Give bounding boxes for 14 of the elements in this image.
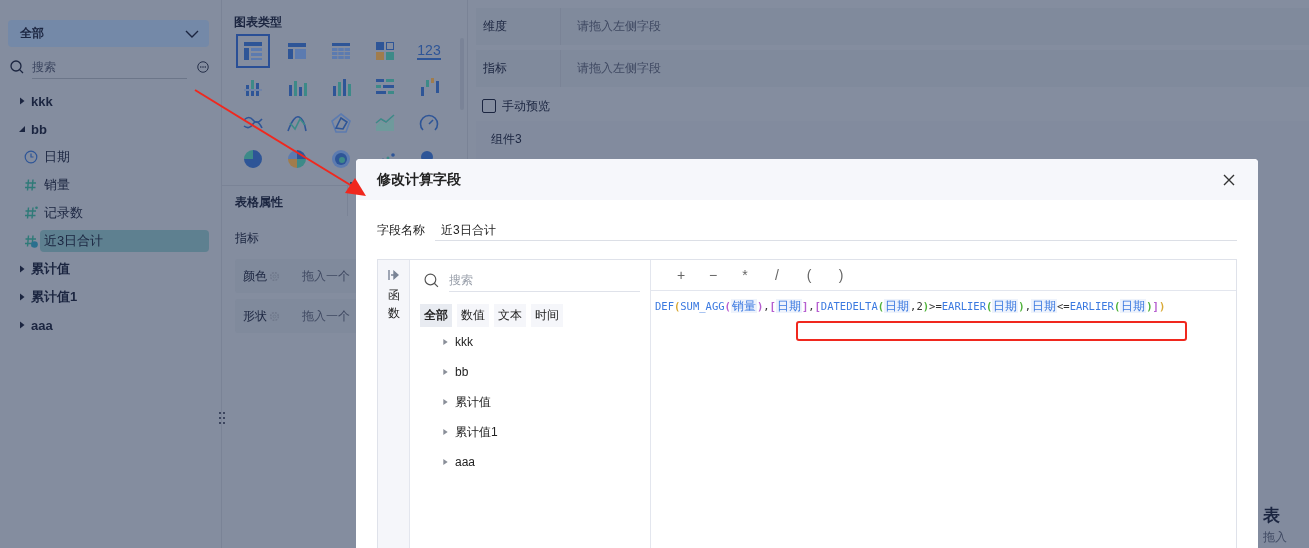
shelf-label: 维度 — [476, 8, 561, 45]
checkbox-label: 手动预览 — [502, 97, 550, 115]
property-label: 颜色 — [243, 267, 267, 285]
component-heading: 表 — [1263, 505, 1281, 527]
panel-heading: 图表类型 — [233, 14, 283, 31]
property-label: 形状 — [243, 307, 267, 325]
dialog-title: 修改计算字段 — [377, 170, 461, 189]
shelf-label: 指标 — [476, 50, 561, 87]
drop-placeholder: 请拖入左侧字段 — [576, 60, 661, 77]
field-name-label: 字段名称 — [377, 222, 425, 239]
section-label: 指标 — [235, 231, 259, 245]
component-title: 组件3 — [491, 131, 523, 148]
drop-placeholder: 请拖入左侧字段 — [576, 18, 661, 35]
drop-hint: 拖入 — [1263, 529, 1288, 546]
